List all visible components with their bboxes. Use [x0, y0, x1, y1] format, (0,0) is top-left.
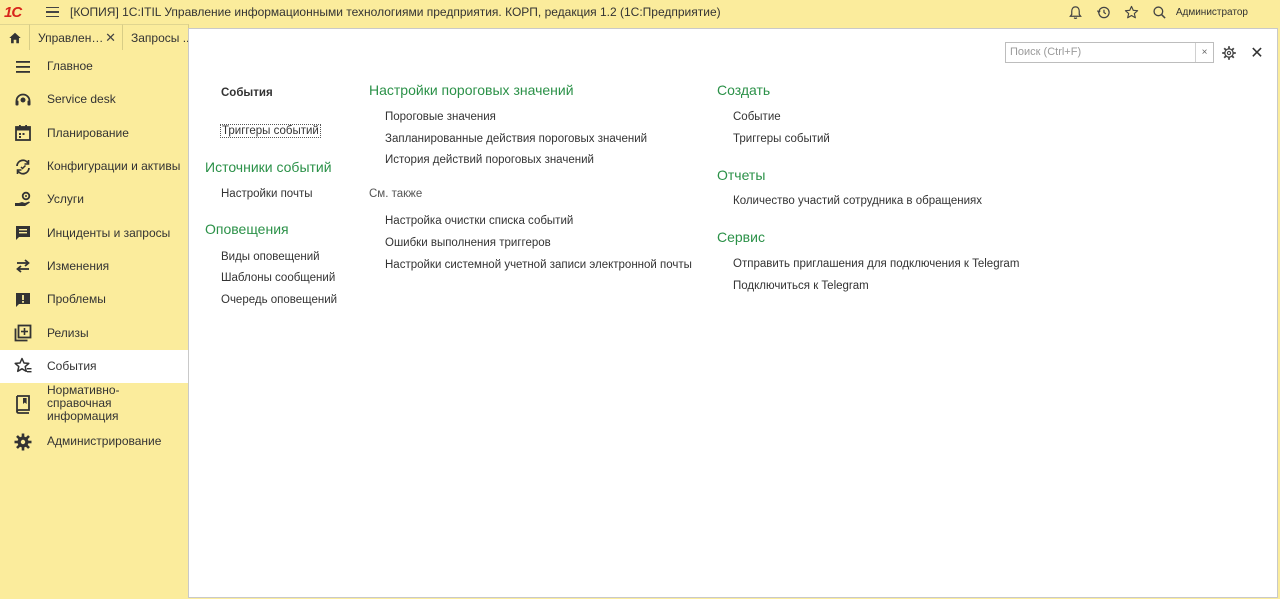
history-icon[interactable] [1090, 0, 1118, 24]
sidebar-item-planning[interactable]: Планирование [0, 117, 188, 150]
app-logo: 1С [4, 0, 32, 24]
sidebar-item-changes[interactable]: Изменения [0, 250, 188, 283]
link-thresholds[interactable]: Пороговые значения [385, 111, 496, 123]
link-send-telegram-invites[interactable]: Отправить приглашения для подключения к … [733, 258, 1019, 270]
star-events-icon [12, 355, 34, 377]
events-section-title: События [221, 87, 273, 99]
link-mail-settings[interactable]: Настройки почты [221, 188, 312, 200]
sidebar-item-label: Релизы [47, 325, 89, 340]
link-connect-telegram[interactable]: Подключиться к Telegram [733, 280, 869, 292]
sidebar-item-events[interactable]: События [0, 349, 188, 383]
sidebar-item-label: Планирование [47, 125, 129, 140]
sidebar-item-label: События [47, 358, 97, 373]
sidebar-item-label: Инциденты и запросы [47, 225, 171, 240]
link-event-triggers[interactable]: Триггеры событий [220, 124, 321, 138]
tab-label: Управлен… [38, 30, 104, 45]
panel-settings-icon[interactable] [1220, 44, 1238, 62]
tab-label: Запросы ... [131, 30, 189, 45]
menu-lines-icon [12, 56, 34, 78]
home-tab[interactable] [0, 24, 30, 50]
sidebar-item-service-desk[interactable]: Service desk [0, 83, 188, 116]
tab-management[interactable]: Управлен… ✕ [30, 24, 123, 50]
sidebar-item-label: Услуги [47, 192, 84, 207]
sidebar-item-administration[interactable]: Администрирование [0, 425, 188, 458]
sidebar-item-main[interactable]: Главное [0, 50, 188, 83]
window-title: [КОПИЯ] 1С:ITIL Управление информационны… [70, 5, 721, 19]
sidebar-item-label: Администрирование [47, 434, 162, 449]
chat-list-icon [12, 222, 34, 244]
sidebar-item-label: Конфигурации и активы [47, 159, 181, 174]
search-placeholder: Поиск (Ctrl+F) [1010, 46, 1082, 58]
swap-arrows-icon [12, 255, 34, 277]
link-event-cleanup-settings[interactable]: Настройка очистки списка событий [385, 215, 573, 227]
alert-chat-icon [12, 289, 34, 311]
headset-icon [12, 89, 34, 111]
home-icon [8, 32, 21, 43]
bell-icon[interactable] [1062, 0, 1090, 24]
search-input[interactable]: Поиск (Ctrl+F) × [1005, 42, 1214, 63]
link-alert-types[interactable]: Виды оповещений [221, 251, 320, 263]
close-tab-icon[interactable]: ✕ [105, 30, 116, 46]
create-title: Создать [717, 82, 771, 98]
sidebar-item-configurations[interactable]: Конфигурации и активы [0, 150, 188, 183]
sidebar-item-label: Нормативно-справочная информация [47, 383, 120, 424]
title-bar: 1С [КОПИЯ] 1С:ITIL Управление информацио… [0, 0, 1280, 24]
sidebar-item-label: Главное [47, 59, 93, 74]
sidebar-item-reference[interactable]: Нормативно-справочная информация [0, 383, 188, 425]
add-stack-icon [12, 322, 34, 344]
book-icon [12, 393, 34, 415]
service-title: Сервис [717, 229, 765, 245]
search-icon[interactable] [1146, 0, 1174, 24]
see-also-label: См. также [369, 188, 423, 200]
sidebar-item-services[interactable]: Услуги [0, 183, 188, 216]
sidebar: Главное Service desk Планирование Конфиг… [0, 50, 188, 599]
user-name[interactable]: Администратор [1176, 7, 1248, 18]
link-message-templates[interactable]: Шаблоны сообщений [221, 272, 335, 284]
logo-text: 1С [4, 3, 22, 21]
sidebar-item-label: Изменения [47, 258, 110, 273]
clear-search-icon[interactable]: × [1195, 43, 1213, 62]
hand-service-icon [12, 189, 34, 211]
reports-title: Отчеты [717, 167, 766, 183]
alerts-title: Оповещения [205, 221, 289, 237]
star-icon[interactable] [1118, 0, 1146, 24]
gear-icon [12, 431, 34, 453]
link-system-email-account[interactable]: Настройки системной учетной записи элект… [385, 259, 692, 271]
sidebar-item-incidents[interactable]: Инциденты и запросы [0, 216, 188, 249]
link-alert-queue[interactable]: Очередь оповещений [221, 294, 337, 306]
sidebar-item-label: Service desk [47, 92, 116, 107]
link-employee-participation-report[interactable]: Количество участий сотрудника в обращени… [733, 195, 982, 207]
main-menu-icon[interactable] [40, 0, 64, 24]
link-create-event[interactable]: Событие [733, 111, 781, 123]
close-panel-button[interactable]: ✕ [1248, 44, 1266, 62]
calendar-icon [12, 122, 34, 144]
threshold-settings-title: Настройки пороговых значений [369, 82, 574, 98]
link-scheduled-threshold-actions[interactable]: Запланированные действия пороговых значе… [385, 133, 647, 145]
sidebar-item-label: Проблемы [47, 292, 106, 307]
sidebar-item-releases[interactable]: Релизы [0, 316, 188, 349]
link-trigger-errors[interactable]: Ошибки выполнения триггеров [385, 237, 551, 249]
event-sources-title: Источники событий [205, 159, 332, 175]
cycle-icon [12, 156, 34, 178]
tab-requests[interactable]: Запросы ... [123, 24, 189, 50]
link-create-event-trigger[interactable]: Триггеры событий [733, 133, 830, 145]
section-panel: Поиск (Ctrl+F) × ✕ События Триггеры собы… [188, 28, 1278, 598]
link-threshold-history[interactable]: История действий пороговых значений [385, 154, 594, 166]
sidebar-item-problems[interactable]: Проблемы [0, 283, 188, 316]
